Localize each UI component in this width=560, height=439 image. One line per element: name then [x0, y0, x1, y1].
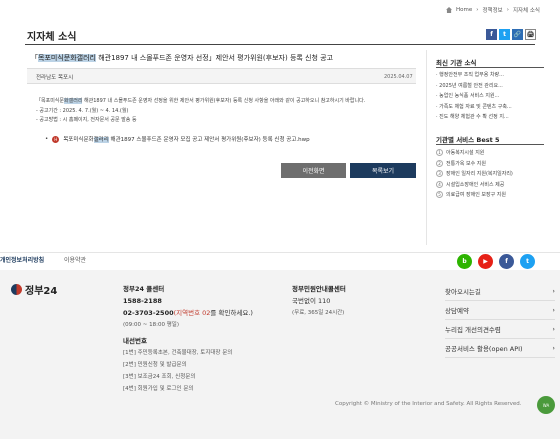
latest-news-item[interactable]: · 가족도 체험 자료 및 콘텐츠 구축...	[436, 102, 542, 113]
breadcrumb-home[interactable]: Home	[456, 7, 472, 13]
twitter-icon[interactable]: t	[520, 254, 535, 269]
best-service-item[interactable]: 4 시설입소장애인 서비스 제공	[436, 180, 542, 191]
twitter-icon[interactable]: t	[499, 29, 510, 40]
prev-page-button[interactable]: 이전화면	[281, 163, 346, 178]
youtube-icon[interactable]: ▶	[478, 254, 493, 269]
footer-link-directions[interactable]: 찾아오시는길 ›	[445, 282, 555, 301]
title-divider	[25, 44, 535, 45]
taegeuk-logo-icon	[11, 284, 22, 295]
rank-badge: 5	[436, 191, 443, 198]
civil-callcenter: 정부민원안내콜센터 국번없이 110 (무료, 365일 24시간)	[292, 285, 346, 316]
latest-news-list: · 행정안전부 조직 업무용 차량... · 2025년 여름철 안전 관리요.…	[436, 70, 542, 123]
page-title: 지자체 소식	[27, 32, 77, 43]
sns-links: b ▶ f t	[457, 254, 535, 269]
post-body-line: - 공고방법 : 시 홈페이지, 전자문서 공문 발송 등	[36, 117, 137, 124]
latest-news-item[interactable]: · 2025년 여름철 안전 관리요...	[436, 81, 542, 92]
hwp-file-icon: H	[52, 135, 60, 143]
best-service-item[interactable]: 5 의료급여 장애인 보장구 지원	[436, 190, 542, 201]
post-body-line: 「목포미식문화갤러리 해관1897 내 스몰푸드존 운영자 선정을 위한 제안서…	[36, 98, 366, 104]
list-view-button[interactable]: 목록보기	[350, 163, 416, 178]
latest-news-title: 최신 기관 소식	[436, 59, 477, 67]
footer-divider	[0, 252, 560, 253]
callcenter-phone: 02-3703-2500(지역번호 02를 확인하세요.)	[123, 309, 253, 317]
rank-badge: 3	[436, 170, 443, 177]
latest-news-item[interactable]: · 행정안전부 조직 업무용 차량...	[436, 70, 542, 81]
best-service-item[interactable]: 1 아동복지시설 지원	[436, 148, 542, 159]
best-service-item[interactable]: 2 전통가옥 보수 지원	[436, 159, 542, 170]
post-body-line: - 공고기간 : 2025. 4. 7.(월) ~ 4. 14.(월)	[36, 107, 129, 114]
post-meta-bar	[27, 68, 416, 84]
footer-link-feedback[interactable]: 누리집 개선의견수렴 ›	[445, 320, 555, 339]
rank-badge: 1	[436, 149, 443, 156]
breadcrumb-policy[interactable]: 정책정보	[482, 6, 502, 14]
best-services-rule	[436, 144, 544, 145]
terms-link[interactable]: 이용약관	[64, 255, 86, 264]
best-service-item[interactable]: 3 장애인 일자리 지원(복지일자리)	[436, 169, 542, 180]
gov24-logo: 정부24	[11, 282, 57, 297]
chevron-right-icon: ›	[552, 287, 555, 295]
chevron-right-icon: ›	[476, 7, 479, 13]
latest-news-item[interactable]: · 농업인 농식품 서비스 지원...	[436, 91, 542, 102]
attachment-link[interactable]: • H 목포미식문화갤러리 해관1897 스몰푸드존 운영자 모집 공고 제안서…	[45, 135, 310, 143]
breadcrumb-current: 지자체 소식	[512, 8, 540, 14]
facebook-icon[interactable]: f	[486, 29, 497, 40]
latest-news-rule	[436, 67, 544, 68]
facebook-icon[interactable]: f	[499, 254, 514, 269]
gov24-callcenter: 정부24 콜센터 1588-2188 02-3703-2500(지역번호 02를…	[123, 285, 253, 392]
print-icon[interactable]: 🖨	[525, 29, 536, 40]
attachment-filename[interactable]: 목포미식문화갤러리 해관1897 스몰푸드존 운영자 모집 공고 제안서 평가위…	[63, 135, 310, 143]
copyright: Copyright © Ministry of the Interior and…	[335, 401, 522, 407]
footer-links: 찾아오시는길 › 상담예약 › 누리집 개선의견수렴 › 공공서비스 활용(open …	[445, 282, 555, 358]
chevron-right-icon: ›	[506, 7, 509, 13]
best-services-list: 1 아동복지시설 지원 2 전통가옥 보수 지원 3 장애인 일자리 지원(복지일자리…	[436, 148, 542, 201]
footer-link-openapi[interactable]: 공공서비스 활용(open API) ›	[445, 339, 555, 358]
share-toolbar: f t 🔗 🖨	[486, 29, 536, 40]
post-title: 「목포미식문화갤러리 해관1897 내 스몰푸드존 운영자 선정」제안서 평가위…	[31, 54, 334, 62]
home-icon[interactable]	[446, 7, 453, 13]
web-accessibility-mark-icon: WA	[537, 396, 555, 414]
breadcrumb: Home › 정책정보 › 지자체 소식	[446, 6, 540, 14]
chevron-right-icon: ›	[552, 325, 555, 333]
privacy-policy-link[interactable]: 개인정보처리방침	[0, 255, 44, 264]
chevron-right-icon: ›	[552, 344, 555, 352]
rank-badge: 2	[436, 159, 443, 167]
post-body: 「목포미식문화갤러리 해관1897 내 스몰푸드존 운영자 선정을 위한 제안서…	[36, 97, 365, 126]
best-services-title: 기관별 서비스 Best 5	[436, 136, 500, 144]
bullet-icon: •	[45, 136, 49, 142]
footer-link-reservation[interactable]: 상담예약 ›	[445, 301, 555, 320]
link-copy-icon[interactable]: 🔗	[512, 29, 523, 40]
post-author: 전라남도 목포시	[36, 75, 74, 81]
rank-badge: 4	[436, 180, 443, 188]
chevron-right-icon: ›	[552, 306, 555, 314]
post-date: 2025.04.07	[384, 74, 413, 80]
latest-news-item[interactable]: · 진도 해양 체험관 수 확 선정 지...	[436, 112, 542, 123]
blog-icon[interactable]: b	[457, 254, 472, 269]
sidebar-divider	[426, 50, 427, 245]
